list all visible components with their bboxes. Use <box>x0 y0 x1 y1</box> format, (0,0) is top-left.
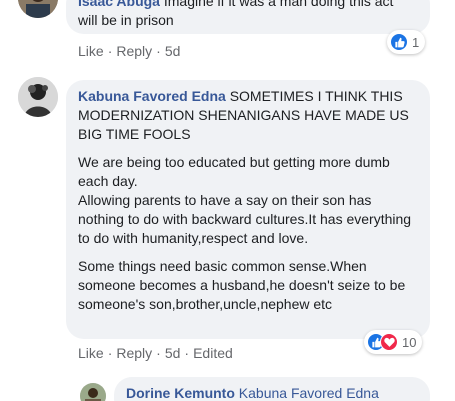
comment-text: Allowing parents to have a say on their … <box>78 192 412 246</box>
comment-author[interactable]: Kabuna Favored Edna <box>78 88 226 104</box>
timestamp[interactable]: 5d <box>165 43 181 59</box>
avatar[interactable] <box>18 0 58 18</box>
comment-author[interactable]: Dorine Kemunto <box>126 385 235 401</box>
reaction-count: 10 <box>402 334 417 350</box>
comment-bubble: Kabuna Favored Edna SOMETIMES I THINK TH… <box>66 80 430 339</box>
comment-actions: Like · Reply · 5d · Edited <box>78 345 233 361</box>
like-reaction-icon <box>390 33 408 51</box>
comment-actions: Like · Reply · 5d <box>78 43 181 59</box>
avatar-photo-icon <box>80 383 106 401</box>
mention-link[interactable]: Kabuna Favored Edna <box>239 385 379 401</box>
reply-link[interactable]: Reply <box>116 345 152 361</box>
love-reaction-icon <box>380 333 398 351</box>
comment-text: Imagine if it was a man doing this act <box>163 0 394 9</box>
reaction-count: 1 <box>412 34 420 50</box>
comment-author[interactable]: Isaac Abuga <box>78 0 160 9</box>
avatar[interactable] <box>80 383 106 401</box>
avatar-photo-icon <box>18 0 58 18</box>
like-link[interactable]: Like <box>78 345 104 361</box>
timestamp[interactable]: 5d <box>165 345 181 361</box>
edited-label[interactable]: Edited <box>193 345 233 361</box>
comment-bubble: Isaac Abuga Imagine if it was a man doin… <box>66 0 430 34</box>
reply-bubble: Dorine Kemunto Kabuna Favored Edna <box>114 377 430 401</box>
reply-link[interactable]: Reply <box>116 43 152 59</box>
like-link[interactable]: Like <box>78 43 104 59</box>
reaction-summary[interactable]: 1 <box>387 30 426 54</box>
avatar[interactable] <box>18 77 58 117</box>
comment-thread: Isaac Abuga Imagine if it was a man doin… <box>0 0 455 401</box>
reaction-summary[interactable]: 10 <box>364 330 423 354</box>
comment-text: Some things need basic common sense.When… <box>78 258 406 312</box>
comment-text: We are being too educated but getting mo… <box>78 154 390 189</box>
avatar-photo-icon <box>18 77 58 117</box>
comment-text: will be in prison <box>78 12 174 28</box>
